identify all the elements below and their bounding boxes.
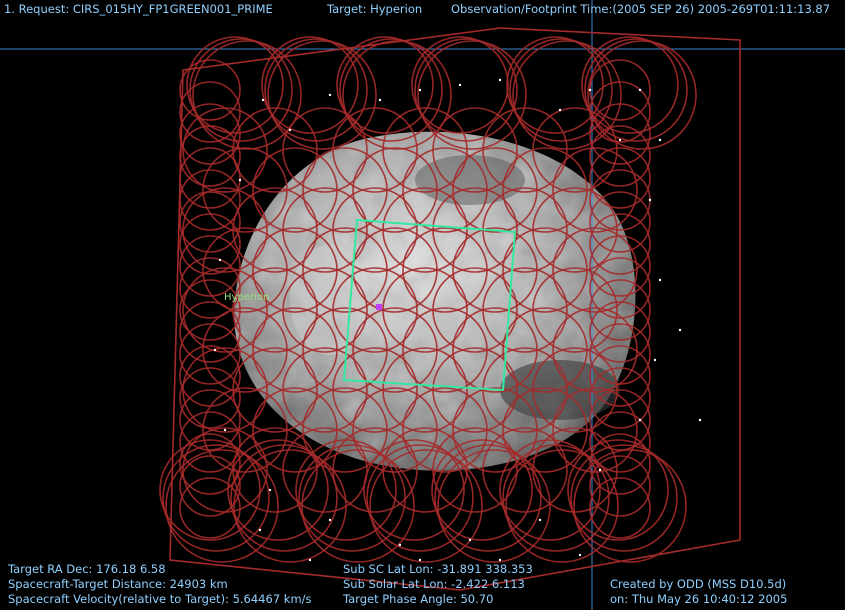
- info-center: Sub SC Lat Lon: -31.891 338.353 Sub Sola…: [343, 562, 533, 607]
- limb-dot: [498, 558, 502, 562]
- spacecraft-velocity: Spacecraft Velocity(relative to Target):…: [8, 592, 312, 606]
- limb-dot: [258, 528, 262, 532]
- sub-solar-lat-lon: Sub Solar Lat Lon: -2.422 6.113: [343, 577, 525, 591]
- footprint-viewport: [0, 0, 845, 610]
- limb-dot: [538, 518, 542, 522]
- limb-dot: [398, 543, 402, 547]
- limb-dot: [238, 178, 242, 182]
- limb-dot: [558, 108, 562, 112]
- info-left: Target RA Dec: 176.18 6.58 Spacecraft-Ta…: [8, 562, 312, 607]
- limb-dot: [418, 88, 422, 92]
- limb-dot: [498, 78, 502, 82]
- target-ra-dec: Target RA Dec: 176.18 6.58: [8, 562, 166, 576]
- info-right: Created by ODD (MSS D10.5d) on: Thu May …: [610, 577, 787, 607]
- limb-dot: [658, 278, 662, 282]
- limb-dot: [598, 468, 602, 472]
- limb-dot: [678, 328, 682, 332]
- limb-dot: [218, 258, 222, 262]
- limb-dot: [698, 418, 702, 422]
- spacecraft-distance: Spacecraft-Target Distance: 24903 km: [8, 577, 228, 591]
- limb-dot: [638, 88, 642, 92]
- limb-dot: [308, 558, 312, 562]
- created-by: Created by ODD (MSS D10.5d): [610, 577, 787, 591]
- target-phase-angle: Target Phase Angle: 50.70: [343, 592, 494, 606]
- boresight-marker: [376, 304, 382, 310]
- limb-dot: [288, 128, 292, 132]
- limb-dot: [328, 518, 332, 522]
- limb-dot: [618, 138, 622, 142]
- limb-dot: [261, 98, 265, 102]
- created-on: on: Thu May 26 10:40:12 2005: [610, 592, 788, 606]
- limb-dot: [458, 83, 462, 87]
- limb-dot: [658, 138, 662, 142]
- limb-dot: [588, 88, 592, 92]
- target-body-label: Hyperion: [224, 292, 270, 303]
- limb-dot: [653, 358, 657, 362]
- limb-dot: [418, 558, 422, 562]
- limb-dot: [268, 488, 272, 492]
- request-label: 1. Request: CIRS_015HY_FP1GREEN001_PRIME: [4, 2, 273, 16]
- limb-dot: [223, 428, 227, 432]
- target-name: Target: Hyperion: [327, 2, 423, 16]
- limb-dot: [578, 553, 582, 557]
- limb-dot: [328, 93, 332, 97]
- limb-dot: [648, 198, 652, 202]
- limb-dot: [378, 98, 382, 102]
- limb-dot: [638, 418, 642, 422]
- limb-dot: [213, 348, 217, 352]
- observation-time: Observation/Footprint Time:(2005 SEP 26)…: [451, 2, 831, 16]
- sub-sc-lat-lon: Sub SC Lat Lon: -31.891 338.353: [343, 562, 533, 576]
- limb-dot: [468, 538, 472, 542]
